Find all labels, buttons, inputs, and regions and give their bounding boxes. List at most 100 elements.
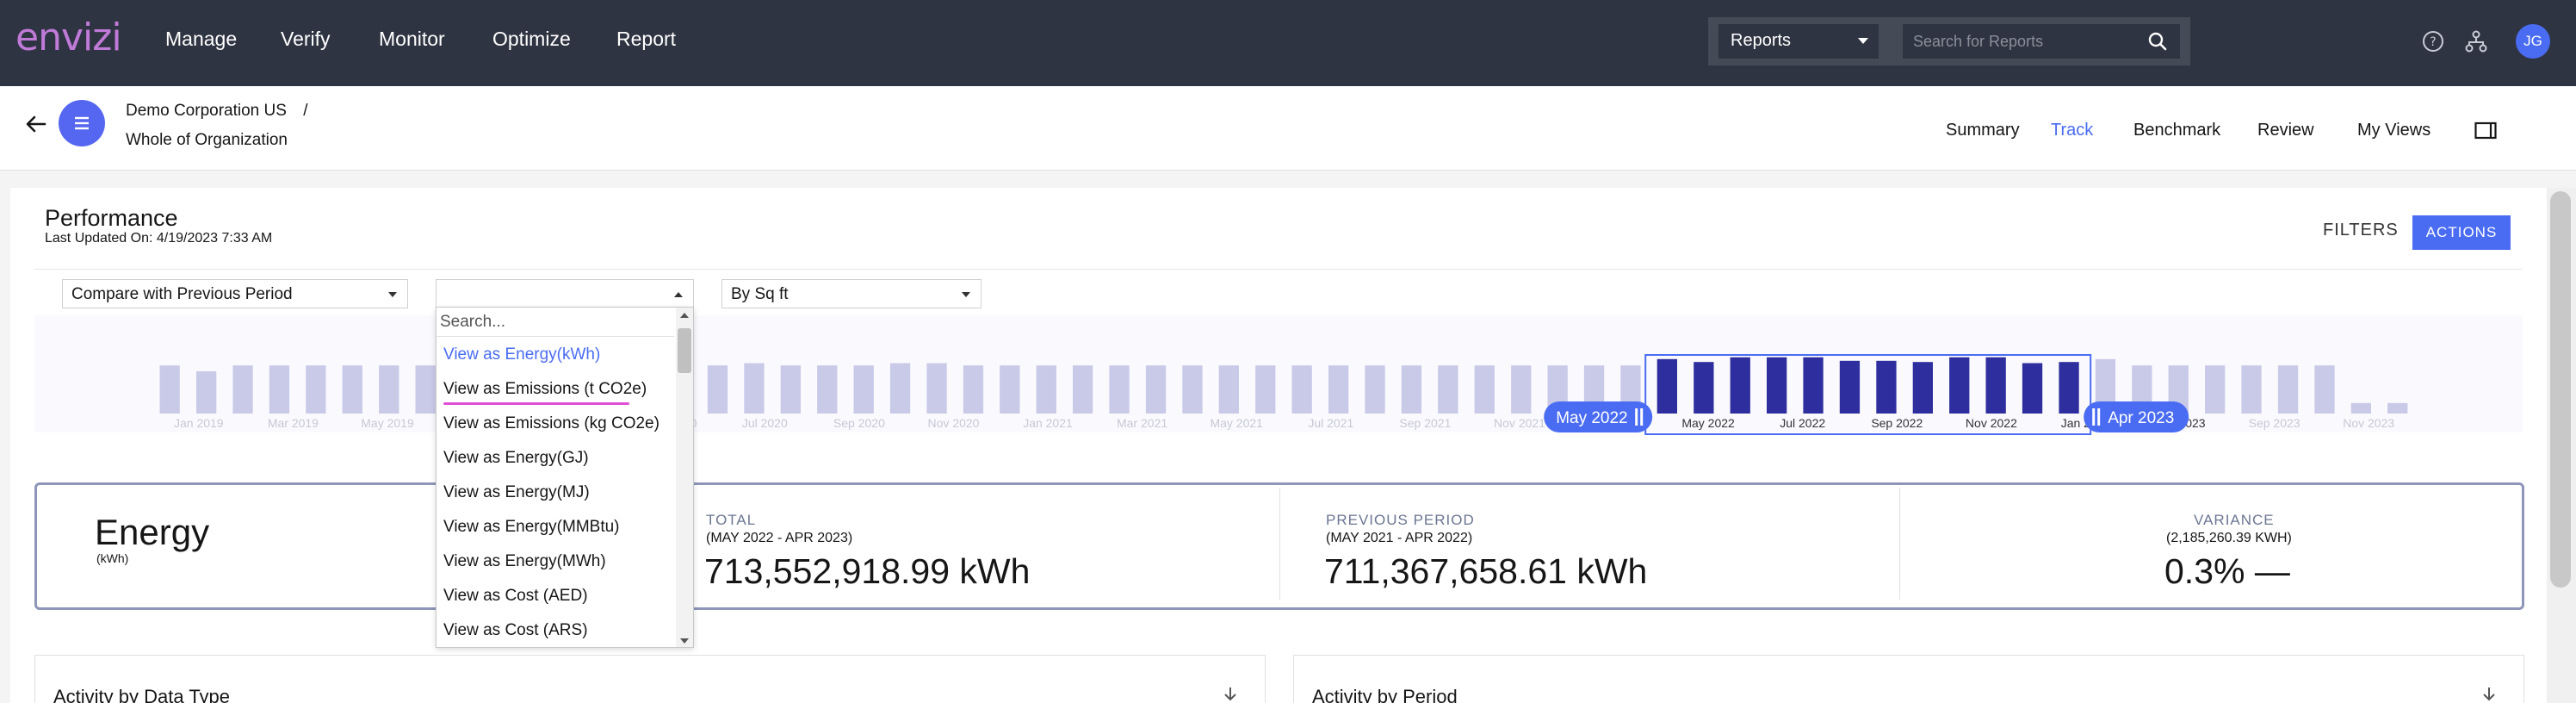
previous-period-value: 711,367,658.61 kWh (1324, 551, 1648, 591)
divider (1899, 488, 1900, 600)
chart-bar[interactable] (1912, 362, 1933, 414)
chart-tick-label: Jul 2020 (742, 416, 788, 430)
chart-bar[interactable] (415, 365, 436, 414)
dropdown-scrollbar-thumb[interactable] (678, 328, 691, 373)
chart-bar[interactable] (2350, 402, 2371, 414)
chart-bar[interactable] (1036, 365, 1056, 414)
chart-bar[interactable] (1328, 365, 1349, 414)
metric-unit: (kWh) (96, 551, 129, 565)
chart-bar[interactable] (306, 365, 326, 414)
chart-bar[interactable] (1694, 362, 1714, 414)
option-energy-mj[interactable]: View as Energy(MJ) (443, 483, 590, 502)
chart-bar[interactable] (1474, 365, 1495, 414)
option-energy-kwh[interactable]: View as Energy(kWh) (443, 345, 600, 364)
chart-bar[interactable] (1145, 365, 1167, 414)
divider (1279, 488, 1280, 600)
chart-bar[interactable] (2205, 365, 2226, 414)
handle-grip-icon (2092, 408, 2096, 426)
download-icon[interactable] (2480, 686, 2499, 703)
chart-tick-label: Sep 2023 (2249, 416, 2300, 430)
variance-value: 0.3% — (2164, 551, 2290, 591)
chart-bar[interactable] (2022, 363, 2043, 414)
download-icon[interactable] (1221, 686, 1240, 703)
option-cost-aed[interactable]: View as Cost (AED) (443, 587, 588, 606)
chart-tick-label: Sep 2021 (1399, 416, 1451, 430)
chart-bar[interactable] (1291, 365, 1312, 414)
chart-bar[interactable] (780, 365, 801, 414)
chart-bar[interactable] (1218, 365, 1239, 414)
chart-bar[interactable] (2277, 365, 2299, 414)
dropdown-search-input[interactable]: Search... (437, 308, 674, 337)
chart-bar[interactable] (1949, 357, 1970, 414)
chart-bar[interactable] (1876, 360, 1897, 414)
option-cost-ars[interactable]: View as Cost (ARS) (443, 621, 588, 640)
option-energy-gj[interactable]: View as Energy(GJ) (443, 449, 589, 468)
option-energy-mmbtu[interactable]: View as Energy(MMBtu) (443, 518, 620, 537)
dropdown-search-placeholder: Search... (440, 313, 506, 331)
variance-amount: (2,185,260.39 KWH) (2166, 531, 2292, 545)
chart-bar[interactable] (2387, 402, 2408, 414)
total-label: TOTAL (706, 512, 757, 528)
chart-bar[interactable] (379, 365, 399, 414)
chart-bar[interactable] (232, 365, 253, 414)
chart-bar[interactable] (1656, 358, 1677, 414)
scroll-up-icon[interactable] (679, 311, 690, 320)
chart-bar[interactable] (1803, 357, 1824, 414)
chart-bar[interactable] (1511, 365, 1532, 414)
highlight-underline (443, 402, 629, 405)
chart-bar[interactable] (963, 365, 984, 414)
chart-tick-label: Nov 2021 (1494, 416, 1545, 430)
chart-bar[interactable] (1000, 365, 1020, 414)
scroll-down-icon[interactable] (679, 637, 690, 645)
chart-bar[interactable] (707, 365, 728, 414)
chart-bar[interactable] (744, 363, 765, 414)
view-as-dropdown-menu: Search... View as Energy(kWh) View as Em… (436, 307, 694, 648)
chart-tick-label: May 2021 (1210, 416, 1263, 430)
chart-bar[interactable] (1182, 365, 1203, 414)
chart-bar[interactable] (889, 363, 911, 414)
chart-bar[interactable] (1401, 365, 1422, 414)
chart-tick-label: May 2019 (361, 416, 414, 430)
chart-bar[interactable] (159, 365, 180, 414)
chart-bar[interactable] (1073, 365, 1093, 414)
metric-label: Energy (95, 512, 210, 552)
option-emissions-kg-co2e[interactable]: View as Emissions (kg CO2e) (443, 414, 659, 433)
chart-bar[interactable] (817, 365, 838, 414)
option-emissions-t-co2e[interactable]: View as Emissions (t CO2e) (443, 380, 647, 399)
period-bar-chart[interactable]: Jan 2019Mar 2019May 2019Jul 20192020May … (0, 0, 2576, 482)
chart-bar[interactable] (1767, 357, 1787, 414)
chart-tick-label: Nov 2023 (2343, 416, 2394, 430)
chart-bar[interactable] (1365, 365, 1385, 414)
chart-bar[interactable] (2314, 365, 2335, 414)
chart-bar[interactable] (196, 371, 217, 414)
chart-bar[interactable] (269, 365, 290, 414)
chart-bar[interactable] (1438, 365, 1458, 414)
card-title: Activity by Period (1312, 686, 1458, 703)
handle-grip-icon (1640, 408, 1644, 426)
chart-bar[interactable] (342, 365, 362, 414)
chart-bar[interactable] (853, 365, 874, 414)
range-end-label: Apr 2023 (2108, 409, 2174, 427)
total-value: 713,552,918.99 kWh (704, 551, 1031, 591)
chart-bar[interactable] (926, 363, 947, 414)
chart-bar[interactable] (1109, 365, 1130, 414)
chart-tick-label: Nov 2020 (928, 416, 980, 430)
chart-tick-label: Mar 2019 (268, 416, 319, 430)
chart-tick-label: Sep 2020 (833, 416, 885, 430)
chart-tick-label: May 2022 (1681, 416, 1735, 430)
chart-bar[interactable] (1730, 357, 1750, 414)
range-start-label: May 2022 (1556, 409, 1627, 427)
chart-bar[interactable] (1985, 357, 2006, 414)
handle-grip-icon (1635, 408, 1638, 426)
chart-tick-label: Jul 2022 (1780, 416, 1825, 430)
chart-bar[interactable] (1255, 365, 1276, 414)
chart-tick-label: Jan 2021 (1023, 416, 1073, 430)
handle-grip-icon (2097, 408, 2101, 426)
chart-bar[interactable] (2241, 365, 2262, 414)
page-scrollbar-thumb[interactable] (2550, 191, 2571, 588)
dropdown-scrollbar[interactable] (676, 308, 693, 647)
total-period: (MAY 2022 - APR 2023) (706, 531, 853, 545)
option-energy-mwh[interactable]: View as Energy(MWh) (443, 552, 606, 571)
chart-bar[interactable] (1839, 360, 1861, 414)
chart-bar[interactable] (2059, 362, 2079, 414)
